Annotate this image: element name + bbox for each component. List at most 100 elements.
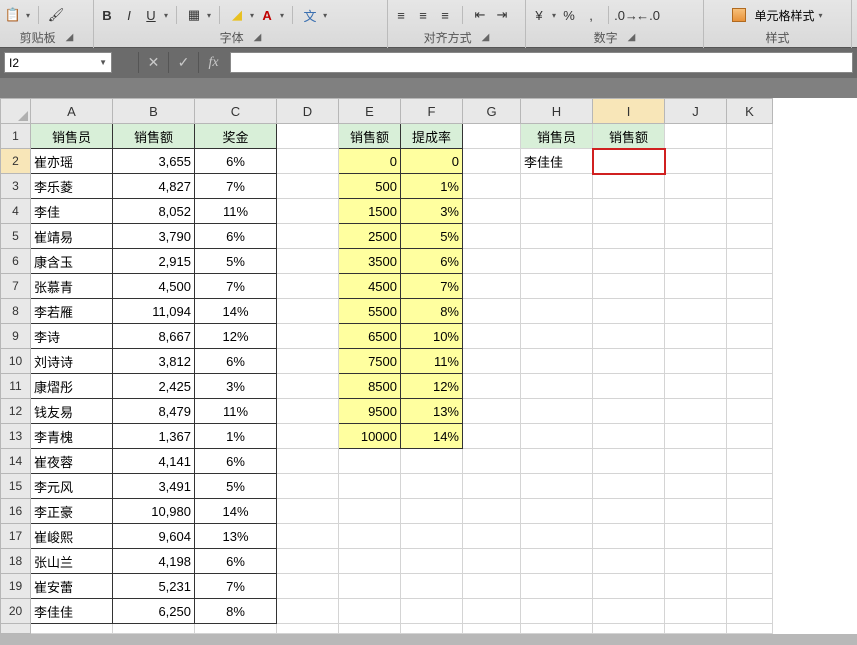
cell-H18[interactable]: [521, 549, 593, 574]
align-center-icon[interactable]: ≡: [414, 6, 432, 24]
cell-A3[interactable]: 李乐菱: [31, 174, 113, 199]
cell-E10[interactable]: 7500: [339, 349, 401, 374]
cell-F8[interactable]: 8%: [401, 299, 463, 324]
cell-A16[interactable]: 李正豪: [31, 499, 113, 524]
cell-E17[interactable]: [339, 524, 401, 549]
fill-dropdown-icon[interactable]: ▾: [250, 11, 254, 20]
name-box[interactable]: I2 ▼: [4, 52, 112, 73]
cell-B14[interactable]: 4,141: [113, 449, 195, 474]
cell-I10[interactable]: [593, 349, 665, 374]
cell-J7[interactable]: [665, 274, 727, 299]
cell-J1[interactable]: [665, 124, 727, 149]
cell-K13[interactable]: [727, 424, 773, 449]
enter-formula-icon[interactable]: ✓: [168, 52, 198, 73]
cell-H15[interactable]: [521, 474, 593, 499]
cell-F14[interactable]: [401, 449, 463, 474]
cell-F17[interactable]: [401, 524, 463, 549]
cell-A7[interactable]: 张慕青: [31, 274, 113, 299]
cell-J3[interactable]: [665, 174, 727, 199]
decrease-decimal-icon[interactable]: ←.0: [639, 6, 657, 24]
cell-F4[interactable]: 3%: [401, 199, 463, 224]
cell-D14[interactable]: [277, 449, 339, 474]
cell-D11[interactable]: [277, 374, 339, 399]
paste-dropdown-icon[interactable]: ▾: [26, 11, 30, 20]
column-header-E[interactable]: E: [339, 99, 401, 124]
cell-E12[interactable]: 9500: [339, 399, 401, 424]
cell-K4[interactable]: [727, 199, 773, 224]
cell-A6[interactable]: 康含玉: [31, 249, 113, 274]
cell-K15[interactable]: [727, 474, 773, 499]
cell-E2[interactable]: 0: [339, 149, 401, 174]
cell-G1[interactable]: [463, 124, 521, 149]
cell-E18[interactable]: [339, 549, 401, 574]
cell-G11[interactable]: [463, 374, 521, 399]
cell-C11[interactable]: 3%: [195, 374, 277, 399]
cell-K17[interactable]: [727, 524, 773, 549]
cell-B16[interactable]: 10,980: [113, 499, 195, 524]
cell-K3[interactable]: [727, 174, 773, 199]
cell-C8[interactable]: 14%: [195, 299, 277, 324]
cell-J4[interactable]: [665, 199, 727, 224]
cell-H6[interactable]: [521, 249, 593, 274]
phonetic-dropdown-icon[interactable]: ▾: [323, 11, 327, 20]
cell-D1[interactable]: [277, 124, 339, 149]
cell-F19[interactable]: [401, 574, 463, 599]
cell-K14[interactable]: [727, 449, 773, 474]
cell-G10[interactable]: [463, 349, 521, 374]
cell-H16[interactable]: [521, 499, 593, 524]
cell-A5[interactable]: 崔靖易: [31, 224, 113, 249]
cell-A15[interactable]: 李元风: [31, 474, 113, 499]
cell-J2[interactable]: [665, 149, 727, 174]
increase-indent-icon[interactable]: ⇥: [493, 6, 511, 24]
cell-J13[interactable]: [665, 424, 727, 449]
select-all-corner[interactable]: [1, 99, 31, 124]
column-header-G[interactable]: G: [463, 99, 521, 124]
cell-K10[interactable]: [727, 349, 773, 374]
row-header-8[interactable]: 8: [1, 299, 31, 324]
column-header-K[interactable]: K: [727, 99, 773, 124]
cell-H19[interactable]: [521, 574, 593, 599]
cell-C12[interactable]: 11%: [195, 399, 277, 424]
cell-K1[interactable]: [727, 124, 773, 149]
cell-C2[interactable]: 6%: [195, 149, 277, 174]
cell-C5[interactable]: 6%: [195, 224, 277, 249]
cell-F2[interactable]: 0: [401, 149, 463, 174]
cell-F12[interactable]: 13%: [401, 399, 463, 424]
cell-J15[interactable]: [665, 474, 727, 499]
cell-J16[interactable]: [665, 499, 727, 524]
cell-A2[interactable]: 崔亦瑶: [31, 149, 113, 174]
cell-D17[interactable]: [277, 524, 339, 549]
cell-C15[interactable]: 5%: [195, 474, 277, 499]
cell-A9[interactable]: 李诗: [31, 324, 113, 349]
cell-A21[interactable]: [31, 624, 113, 634]
cell-K2[interactable]: [727, 149, 773, 174]
insert-function-icon[interactable]: fx: [198, 52, 228, 73]
row-header-16[interactable]: 16: [1, 499, 31, 524]
cell-E3[interactable]: 500: [339, 174, 401, 199]
align-right-icon[interactable]: ≡: [436, 6, 454, 24]
cell-I19[interactable]: [593, 574, 665, 599]
cell-A10[interactable]: 刘诗诗: [31, 349, 113, 374]
underline-dropdown-icon[interactable]: ▾: [164, 11, 168, 20]
cell-E4[interactable]: 1500: [339, 199, 401, 224]
cell-A20[interactable]: 李佳佳: [31, 599, 113, 624]
cell-I13[interactable]: [593, 424, 665, 449]
cell-C10[interactable]: 6%: [195, 349, 277, 374]
cell-I6[interactable]: [593, 249, 665, 274]
cell-K19[interactable]: [727, 574, 773, 599]
cell-H4[interactable]: [521, 199, 593, 224]
cell-F11[interactable]: 12%: [401, 374, 463, 399]
cell-B15[interactable]: 3,491: [113, 474, 195, 499]
currency-icon[interactable]: ¥: [530, 6, 548, 24]
cell-G14[interactable]: [463, 449, 521, 474]
cell-J18[interactable]: [665, 549, 727, 574]
cell-A13[interactable]: 李青槐: [31, 424, 113, 449]
bold-icon[interactable]: B: [98, 6, 116, 24]
cell-G21[interactable]: [463, 624, 521, 634]
row-header-9[interactable]: 9: [1, 324, 31, 349]
paste-icon[interactable]: 📋: [4, 6, 22, 24]
cell-F21[interactable]: [401, 624, 463, 634]
cell-D21[interactable]: [277, 624, 339, 634]
dialog-launcher-icon[interactable]: ◢: [66, 32, 74, 43]
cell-C16[interactable]: 14%: [195, 499, 277, 524]
